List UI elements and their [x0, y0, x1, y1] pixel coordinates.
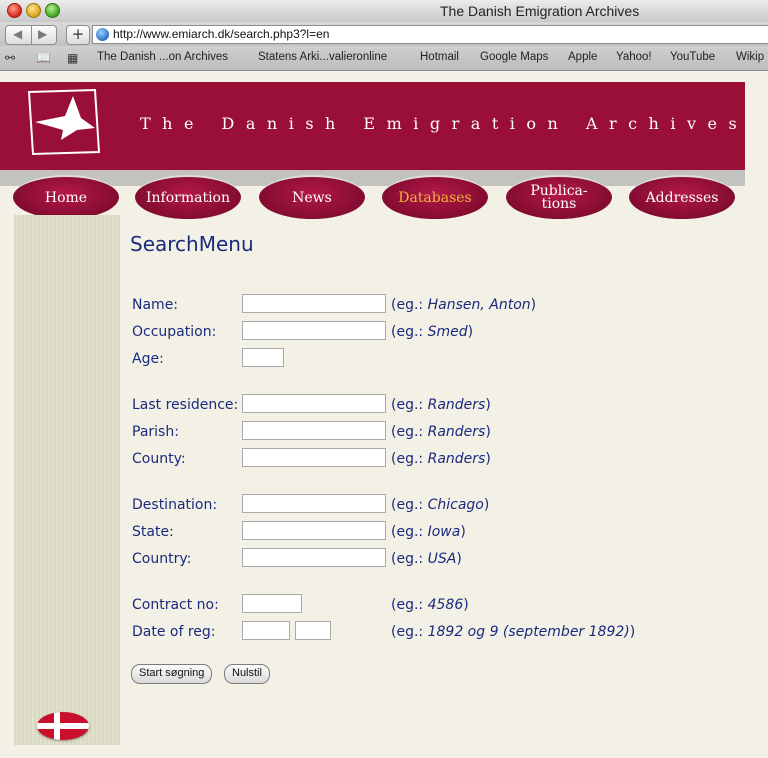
url-text: http://www.emiarch.dk/search.php3?l=en [113, 27, 330, 41]
dove-logo [27, 88, 101, 156]
nav-publications[interactable]: Publica- tions [506, 175, 612, 219]
bookmark-item[interactable]: Google Maps [480, 51, 548, 63]
window-titlebar: The Danish Emigration Archives [0, 0, 768, 23]
age-input[interactable] [242, 348, 284, 367]
danish-flag-icon[interactable] [37, 712, 89, 740]
close-window-button[interactable] [7, 3, 22, 18]
contract-input[interactable] [242, 594, 302, 613]
history-buttons: ◀ ▶ [5, 25, 57, 45]
contract-example: (eg.: 4586) [391, 597, 469, 613]
open-book-icon[interactable]: 📖 [36, 51, 51, 65]
name-example: (eg.: Hansen, Anton) [391, 297, 537, 313]
left-sidebar [14, 215, 120, 745]
start-search-button[interactable]: Start søgning [131, 664, 213, 684]
zoom-window-button[interactable] [45, 3, 60, 18]
country-example: (eg.: USA) [391, 551, 462, 567]
add-bookmark-button[interactable]: + [66, 25, 90, 45]
reading-glasses-icon[interactable]: ⚯ [5, 51, 15, 65]
globe-icon [96, 28, 109, 41]
occupation-example: (eg.: Smed) [391, 324, 474, 340]
minimize-window-button[interactable] [26, 3, 41, 18]
destination-input[interactable] [242, 494, 386, 513]
county-input[interactable] [242, 448, 386, 467]
nav-news[interactable]: News [259, 175, 365, 219]
date-example: (eg.: 1892 og 9 (september 1892)) [391, 624, 636, 640]
grid-icon[interactable]: ▦ [67, 51, 78, 65]
bookmark-item[interactable]: Statens Arki...valieronline [258, 51, 387, 63]
bookmark-item[interactable]: The Danish ...on Archives [97, 51, 228, 63]
state-label: State: [132, 524, 174, 540]
name-label: Name: [132, 297, 179, 313]
nav-home[interactable]: Home [13, 175, 119, 219]
destination-label: Destination: [132, 497, 218, 513]
site-title: The Danish Emigration Archives [140, 114, 749, 133]
last-residence-example: (eg.: Randers) [391, 397, 491, 413]
forward-arrow-icon[interactable]: ▶ [38, 27, 47, 41]
bookmark-item[interactable]: Apple [568, 51, 597, 63]
date-label: Date of reg: [132, 624, 216, 640]
date-year-input[interactable] [242, 621, 290, 640]
nav-information[interactable]: Information [135, 175, 241, 219]
last-residence-input[interactable] [242, 394, 386, 413]
state-example: (eg.: Iowa) [391, 524, 466, 540]
county-label: County: [132, 451, 186, 467]
nav-band [0, 170, 745, 186]
divider [31, 26, 32, 44]
parish-label: Parish: [132, 424, 179, 440]
last-residence-label: Last residence: [132, 397, 239, 413]
window-title: The Danish Emigration Archives [440, 3, 640, 19]
occupation-label: Occupation: [132, 324, 217, 340]
country-label: Country: [132, 551, 192, 567]
destination-example: (eg.: Chicago) [391, 497, 490, 513]
page-title: SearchMenu [130, 232, 254, 256]
name-input[interactable] [242, 294, 386, 313]
date-month-input[interactable] [295, 621, 331, 640]
nav-databases[interactable]: Databases [382, 175, 488, 219]
bookmark-item[interactable]: Yahoo! [616, 51, 652, 63]
bookmark-item[interactable]: Hotmail [420, 51, 459, 63]
contract-label: Contract no: [132, 597, 219, 613]
reset-button[interactable]: Nulstil [224, 664, 270, 684]
parish-example: (eg.: Randers) [391, 424, 491, 440]
parish-input[interactable] [242, 421, 386, 440]
age-label: Age: [132, 351, 164, 367]
back-arrow-icon[interactable]: ◀ [13, 27, 22, 41]
county-example: (eg.: Randers) [391, 451, 491, 467]
url-field[interactable]: http://www.emiarch.dk/search.php3?l=en [92, 25, 768, 44]
bookmark-item[interactable]: Wikip [736, 51, 764, 63]
country-input[interactable] [242, 548, 386, 567]
nav-addresses[interactable]: Addresses [629, 175, 735, 219]
bookmark-item[interactable]: YouTube [670, 51, 715, 63]
state-input[interactable] [242, 521, 386, 540]
occupation-input[interactable] [242, 321, 386, 340]
